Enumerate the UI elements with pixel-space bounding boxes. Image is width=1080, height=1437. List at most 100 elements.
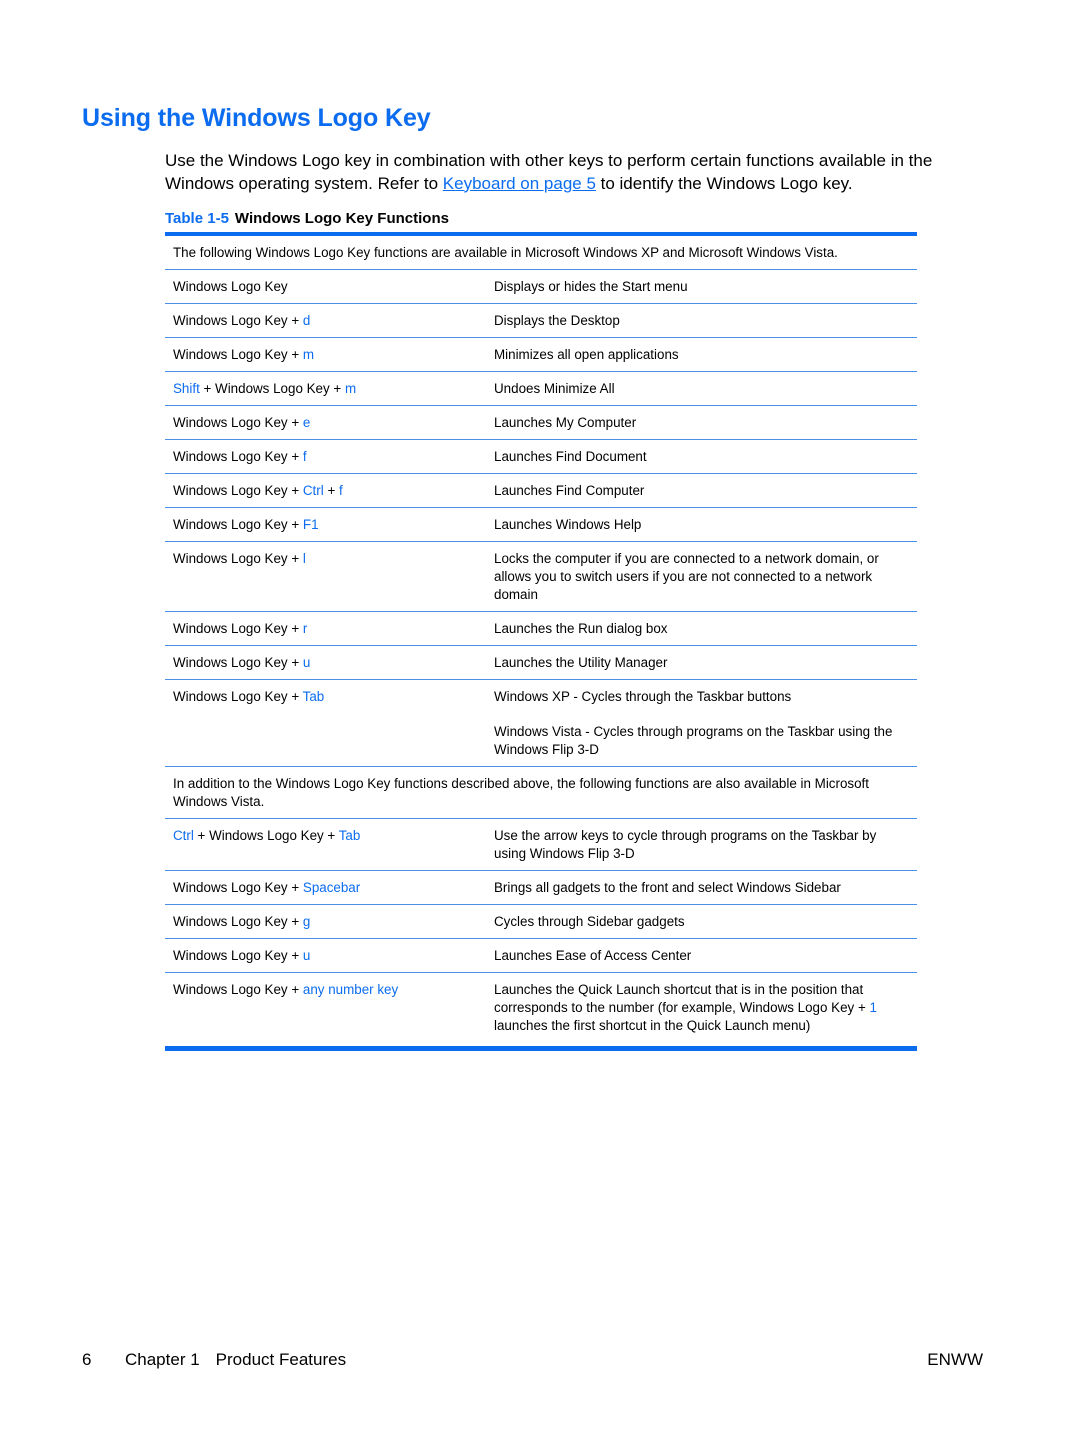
text: +: [323, 483, 339, 498]
section-heading: Using the Windows Logo Key: [82, 104, 431, 132]
footer-section: Product Features: [215, 1350, 347, 1369]
function-description: Windows XP - Cycles through the Taskbar …: [494, 688, 917, 759]
text: Windows Logo Key +: [173, 347, 303, 362]
key-combination: Windows Logo Key + u: [165, 654, 494, 672]
function-description: Launches Ease of Access Center: [494, 947, 917, 965]
description-text: Launches the Quick Launch shortcut that …: [494, 981, 911, 1035]
key-combination: Windows Logo Key: [165, 278, 494, 296]
function-description: Launches the Utility Manager: [494, 654, 917, 672]
key-name: f: [302, 449, 307, 464]
table-row: Windows Logo Key + any number key Launche…: [165, 973, 917, 1046]
text: Windows Logo Key +: [173, 621, 303, 636]
function-description: Launches My Computer: [494, 414, 917, 432]
key-combination: Windows Logo Key + f: [165, 448, 494, 466]
key-combination: Windows Logo Key + F1: [165, 516, 494, 534]
keyboard-page-link[interactable]: Keyboard on page 5: [443, 174, 596, 193]
table-row: Windows Logo Key + Spacebar Brings all ga…: [165, 871, 917, 905]
function-description: Brings all gadgets to the front and sele…: [494, 879, 917, 897]
text: launches the first shortcut in the Quick…: [494, 1018, 811, 1033]
function-description: Launches the Quick Launch shortcut that …: [494, 981, 917, 1035]
key-combination: Windows Logo Key + any number key: [165, 981, 494, 1035]
logo-key-functions-table: The following Windows Logo Key functions…: [165, 232, 917, 1051]
key-name: l: [302, 551, 306, 566]
page-number: 6: [82, 1350, 92, 1369]
table-row: Shift + Windows Logo Key + m Undoes Minim…: [165, 372, 917, 406]
key-name: Ctrl: [302, 483, 324, 498]
key-combination: Windows Logo Key + l: [165, 550, 494, 604]
text: Windows Logo Key +: [173, 449, 303, 464]
description-text: Launches Ease of Access Center: [494, 948, 692, 963]
key-combination: Shift + Windows Logo Key + m: [165, 380, 494, 398]
key-name: Shift: [173, 381, 200, 396]
key-name: u: [302, 948, 311, 963]
description-text: Minimizes all open applications: [494, 347, 679, 362]
key-combination: Windows Logo Key + Spacebar: [165, 879, 494, 897]
table-caption: Table 1-5 Windows Logo Key Functions: [165, 210, 449, 227]
footer-chapter: Chapter 1: [125, 1350, 200, 1369]
key-combination: Windows Logo Key + Ctrl + f: [165, 482, 494, 500]
function-description: Launches Find Computer: [494, 482, 917, 500]
key-name: g: [302, 914, 311, 929]
key-name: f: [338, 483, 343, 498]
table-row: Windows Logo Key + g Cycles through Sideb…: [165, 905, 917, 939]
function-description: Launches the Run dialog box: [494, 620, 917, 638]
description-text: Displays the Desktop: [494, 313, 620, 328]
key-combination: Ctrl + Windows Logo Key + Tab: [165, 827, 494, 863]
key-name: Spacebar: [302, 880, 361, 895]
text: Windows Logo Key +: [173, 517, 303, 532]
table-note-xp-vista: The following Windows Logo Key functions…: [165, 236, 917, 270]
description-text: Locks the computer if you are connected …: [494, 551, 879, 602]
text: Windows Logo Key +: [173, 655, 303, 670]
table-row: Windows Logo Key + e Launches My Computer: [165, 406, 917, 440]
intro-text-after: to identify the Windows Logo key.: [595, 173, 853, 193]
function-description: Minimizes all open applications: [494, 346, 917, 364]
key-name: any number key: [302, 982, 399, 997]
description-text: Brings all gadgets to the front and sele…: [494, 880, 841, 895]
key-name: Tab: [302, 689, 325, 704]
key-name: Ctrl: [173, 828, 194, 843]
text: Windows Logo Key +: [173, 914, 303, 929]
description-text: Launches the Run dialog box: [494, 621, 668, 636]
key-combination: Windows Logo Key + Tab: [165, 688, 494, 759]
text: Windows Logo Key +: [173, 415, 303, 430]
key-combination: Windows Logo Key + r: [165, 620, 494, 638]
text: + Windows Logo Key +: [199, 381, 345, 396]
table-row: Windows Logo Key Displays or hides the St…: [165, 270, 917, 304]
function-description: Locks the computer if you are connected …: [494, 550, 917, 604]
table-row: Windows Logo Key + u Launches the Utility…: [165, 646, 917, 680]
function-description: Cycles through Sidebar gadgets: [494, 913, 917, 931]
key-name: e: [302, 415, 311, 430]
text: Windows Logo Key +: [173, 483, 303, 498]
key-name: u: [302, 655, 311, 670]
intro-paragraph: Use the Windows Logo key in combination …: [165, 150, 995, 195]
description-text: Launches Windows Help: [494, 517, 642, 532]
key-name: r: [302, 621, 308, 636]
description-text: Windows XP - Cycles through the Taskbar …: [494, 689, 792, 704]
table-row: Windows Logo Key + d Displays the Desktop: [165, 304, 917, 338]
description-text: Launches the Utility Manager: [494, 655, 668, 670]
table-row: Windows Logo Key + u Launches Ease of Acc…: [165, 939, 917, 973]
key-name: d: [302, 313, 311, 328]
function-description: Launches Windows Help: [494, 516, 917, 534]
description-text: Undoes Minimize All: [494, 381, 615, 396]
description-text: Cycles through Sidebar gadgets: [494, 914, 685, 929]
description-text: Launches My Computer: [494, 415, 637, 430]
text: Windows Logo Key +: [173, 551, 303, 566]
key-name: m: [302, 347, 315, 362]
table-number: Table 1-5: [165, 210, 229, 227]
page-footer: 6 Chapter 1 Product Features ENWW: [82, 1350, 983, 1370]
description-text: Launches Find Computer: [494, 483, 645, 498]
function-description: Undoes Minimize All: [494, 380, 917, 398]
key-combination: Windows Logo Key + m: [165, 346, 494, 364]
table-row: Windows Logo Key + F1 Launches Windows He…: [165, 508, 917, 542]
key-combination: Windows Logo Key + g: [165, 913, 494, 931]
table-row: Ctrl + Windows Logo Key + Tab Use the arr…: [165, 819, 917, 871]
description-text: Windows Vista - Cycles through programs …: [494, 724, 893, 757]
text: Windows Logo Key +: [173, 948, 303, 963]
function-description: Launches Find Document: [494, 448, 917, 466]
text: + Windows Logo Key +: [193, 828, 339, 843]
key-name: 1: [869, 1000, 877, 1015]
table-row: Windows Logo Key + m Minimizes all open a…: [165, 338, 917, 372]
footer-locale: ENWW: [927, 1350, 983, 1369]
function-description: Displays the Desktop: [494, 312, 917, 330]
